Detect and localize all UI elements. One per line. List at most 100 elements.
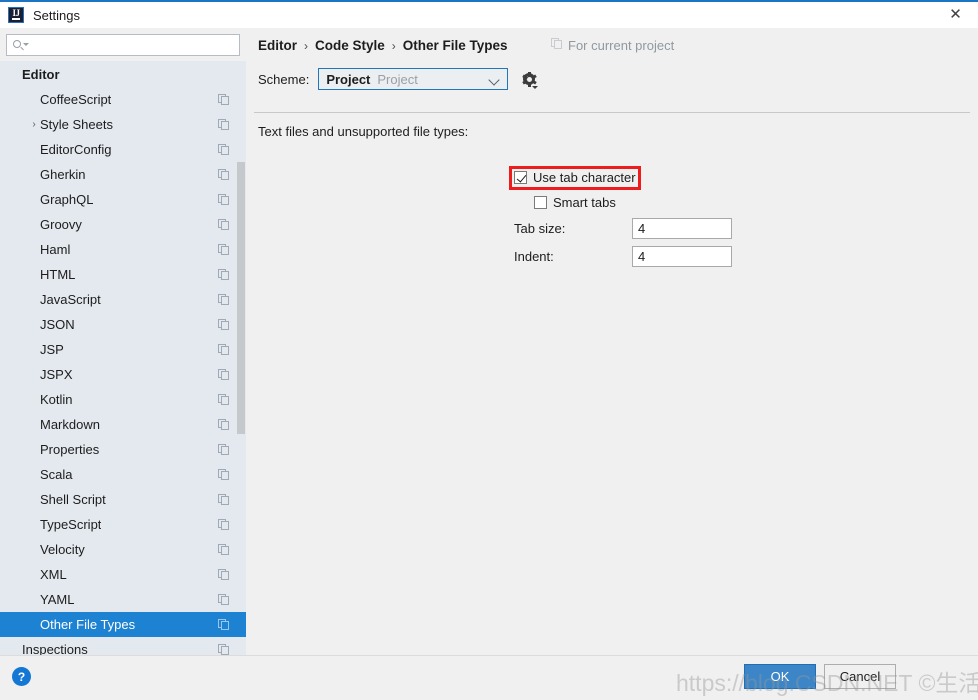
sidebar-item-shell-script[interactable]: Shell Script — [0, 487, 246, 512]
copy-scheme-icon[interactable] — [218, 243, 230, 256]
smart-tabs-label: Smart tabs — [553, 195, 616, 210]
copy-scheme-icon[interactable] — [218, 318, 230, 331]
search-input[interactable] — [31, 37, 239, 53]
gear-icon[interactable] — [521, 71, 539, 89]
copy-scheme-icon[interactable] — [218, 168, 230, 181]
sidebar-item-label: Style Sheets — [40, 117, 113, 132]
sidebar-item-other-file-types[interactable]: Other File Types — [0, 612, 246, 637]
sidebar-item-graphql[interactable]: GraphQL — [0, 187, 246, 212]
copy-scheme-icon[interactable] — [218, 568, 230, 581]
window-body: Editor CoffeeScript › Style Sheets EditorCon… — [0, 28, 978, 656]
copy-scheme-icon[interactable] — [218, 93, 230, 106]
sidebar-item-properties[interactable]: Properties — [0, 437, 246, 462]
smart-tabs-row[interactable]: Smart tabs — [534, 195, 616, 210]
settings-sidebar: Editor CoffeeScript › Style Sheets EditorCon… — [0, 28, 246, 656]
sidebar-item-label: GraphQL — [40, 192, 94, 207]
cancel-button[interactable]: Cancel — [824, 664, 896, 689]
sidebar-scrollbar[interactable] — [236, 28, 246, 656]
indent-input[interactable] — [632, 246, 732, 267]
ok-button[interactable]: OK — [744, 664, 816, 689]
copy-scheme-icon[interactable] — [218, 368, 230, 381]
breadcrumb-item[interactable]: Code Style — [315, 38, 385, 53]
search-box[interactable] — [6, 34, 240, 56]
copy-scheme-icon[interactable] — [218, 143, 230, 156]
sidebar-item-label: YAML — [40, 592, 75, 607]
sidebar-item-coffeescript[interactable]: CoffeeScript — [0, 87, 246, 112]
tab-size-row: Tab size: — [514, 218, 732, 239]
copy-scheme-icon[interactable] — [218, 393, 230, 406]
sidebar-item-label: Other File Types — [40, 617, 136, 632]
copy-scheme-icon[interactable] — [218, 493, 230, 506]
sidebar-item-label: CoffeeScript — [40, 92, 112, 107]
sidebar-item-label: Shell Script — [40, 492, 106, 507]
sidebar-item-kotlin[interactable]: Kotlin — [0, 387, 246, 412]
sidebar-item-label: Groovy — [40, 217, 82, 232]
copy-scheme-icon[interactable] — [218, 293, 230, 306]
sidebar-item-javascript[interactable]: JavaScript — [0, 287, 246, 312]
sidebar-item-label: Markdown — [40, 417, 100, 432]
settings-tree[interactable]: Editor CoffeeScript › Style Sheets EditorCon… — [0, 62, 246, 656]
sidebar-scrollbar-thumb[interactable] — [237, 162, 245, 434]
sidebar-item-html[interactable]: HTML — [0, 262, 246, 287]
copy-scheme-icon[interactable] — [218, 218, 230, 231]
sidebar-item-json[interactable]: JSON — [0, 312, 246, 337]
copy-scheme-icon[interactable] — [218, 543, 230, 556]
scheme-select[interactable]: Project Project — [318, 68, 509, 90]
smart-tabs-checkbox[interactable] — [534, 196, 547, 209]
scheme-hint: Project — [377, 71, 418, 87]
sidebar-item-label: Haml — [40, 242, 71, 257]
sidebar-item-xml[interactable]: XML — [0, 562, 246, 587]
copy-scheme-icon — [551, 38, 563, 52]
title-bar: IJ Settings ✕ — [0, 2, 978, 29]
help-icon[interactable]: ? — [12, 667, 31, 686]
dialog-footer: ? OK Cancel — [0, 655, 978, 700]
settings-window: IJ Settings ✕ Editor CoffeeScript › Style S… — [0, 0, 978, 700]
sidebar-item-editorconfig[interactable]: EditorConfig — [0, 137, 246, 162]
sidebar-item-typescript[interactable]: TypeScript — [0, 512, 246, 537]
sidebar-item-haml[interactable]: Haml — [0, 237, 246, 262]
sidebar-item-label: Velocity — [40, 542, 85, 557]
sidebar-item-label: XML — [40, 567, 67, 582]
sidebar-item-velocity[interactable]: Velocity — [0, 537, 246, 562]
copy-scheme-icon[interactable] — [218, 418, 230, 431]
sidebar-item-groovy[interactable]: Groovy — [0, 212, 246, 237]
sidebar-item-label: JavaScript — [40, 292, 101, 307]
intellij-idea-icon: IJ — [8, 7, 24, 23]
copy-scheme-icon[interactable] — [218, 118, 230, 131]
highlight-annotation — [509, 166, 641, 190]
sidebar-item-inspections[interactable]: Inspections — [0, 637, 246, 656]
indent-label: Indent: — [514, 249, 554, 264]
window-title: Settings — [33, 7, 80, 23]
breadcrumb-item[interactable]: Editor — [258, 38, 297, 53]
copy-scheme-icon[interactable] — [218, 193, 230, 206]
copy-scheme-icon[interactable] — [218, 518, 230, 531]
section-title: Text files and unsupported file types: — [258, 124, 469, 139]
copy-scheme-icon[interactable] — [218, 443, 230, 456]
sidebar-item-label: Kotlin — [40, 392, 73, 407]
sidebar-item-jspx[interactable]: JSPX — [0, 362, 246, 387]
copy-scheme-icon[interactable] — [218, 593, 230, 606]
copy-scheme-icon[interactable] — [218, 643, 230, 656]
settings-main-panel: Editor › Code Style › Other File Types For c… — [246, 28, 978, 656]
sidebar-item-yaml[interactable]: YAML — [0, 587, 246, 612]
sidebar-item-markdown[interactable]: Markdown — [0, 412, 246, 437]
tab-size-label: Tab size: — [514, 221, 566, 236]
sidebar-item-scala[interactable]: Scala — [0, 462, 246, 487]
close-icon[interactable]: ✕ — [933, 2, 978, 27]
copy-scheme-icon[interactable] — [218, 468, 230, 481]
sidebar-item-style-sheets[interactable]: › Style Sheets — [0, 112, 246, 137]
sidebar-item-gherkin[interactable]: Gherkin — [0, 162, 246, 187]
copy-scheme-icon[interactable] — [218, 343, 230, 356]
copy-scheme-icon[interactable] — [218, 618, 230, 631]
chevron-right-icon[interactable]: › — [28, 119, 40, 130]
indent-row: Indent: — [514, 246, 732, 267]
tab-size-input[interactable] — [632, 218, 732, 239]
sidebar-item-editor[interactable]: Editor — [0, 62, 246, 87]
sidebar-item-label: Editor — [22, 67, 60, 82]
sidebar-item-jsp[interactable]: JSP — [0, 337, 246, 362]
for-current-project-label: For current project — [551, 38, 674, 53]
scheme-value: Project — [326, 71, 371, 87]
search-area — [0, 28, 246, 61]
breadcrumb-item[interactable]: Other File Types — [403, 38, 508, 53]
copy-scheme-icon[interactable] — [218, 268, 230, 281]
